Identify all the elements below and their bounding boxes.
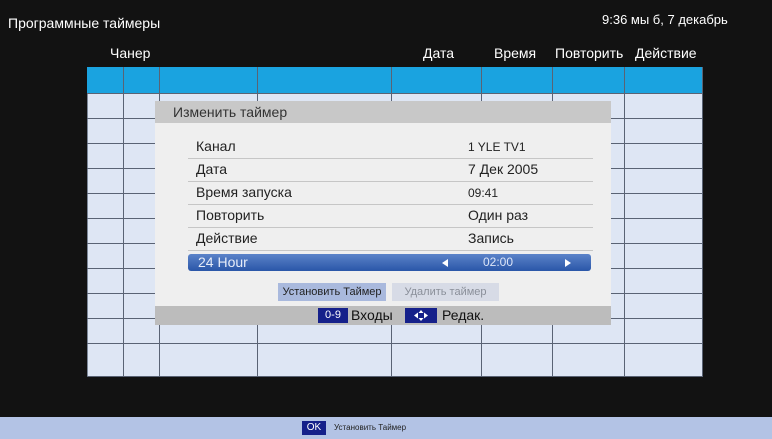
column-header-action: Действие [635, 45, 697, 61]
column-header-date: Дата [423, 45, 455, 61]
ok-key-badge[interactable]: OK [302, 421, 326, 435]
field-date-value: 7 Дек 2005 [468, 161, 539, 177]
field-start-time-value: 09:41 [468, 186, 499, 200]
ok-hint-text: Установить Таймер [334, 423, 407, 432]
field-start-time[interactable]: Время запуска 09:41 [188, 181, 593, 205]
navigation-arrows-icon [405, 308, 437, 323]
field-action-label: Действие [196, 230, 258, 246]
field-repeat-label: Повторить [196, 207, 265, 223]
page-title: Программные таймеры [8, 15, 161, 31]
field-date-label: Дата [196, 161, 228, 177]
arrow-left-icon[interactable] [442, 259, 448, 267]
column-header-repeat: Повторить [555, 45, 624, 61]
table-row [87, 376, 703, 377]
column-header-time: Время [494, 45, 537, 61]
field-action-value: Запись [468, 230, 514, 246]
grid-divider [624, 67, 625, 377]
edit-timer-dialog: Изменить таймер Канал 1 YLE TV1 Дата 7 Д… [155, 101, 611, 325]
dialog-title: Изменить таймер [173, 104, 288, 120]
field-24-hour-value: 02:00 [483, 255, 514, 269]
table-row [87, 93, 703, 94]
delete-timer-button[interactable]: Удалить таймер [392, 283, 499, 301]
field-action[interactable]: Действие Запись [188, 227, 593, 251]
field-channel[interactable]: Канал 1 YLE TV1 [188, 135, 593, 159]
dialog-title-bar: Изменить таймер [155, 101, 611, 123]
clock-display: 9:36 мы б, 7 декабрь [602, 12, 728, 27]
grid-divider [123, 67, 124, 377]
arrow-right-icon[interactable] [565, 259, 571, 267]
field-channel-label: Канал [196, 138, 236, 154]
field-repeat-value: Один раз [468, 207, 529, 223]
field-start-time-label: Время запуска [196, 184, 292, 200]
bottom-hint-bar: OK Установить Таймер [0, 417, 772, 439]
table-row [87, 343, 703, 344]
field-24-hour-label: 24 Hour [198, 254, 248, 270]
edit-hint: Редак. [442, 307, 485, 323]
inputs-hint: Входы [351, 307, 393, 323]
field-24-hour-selected[interactable]: 24 Hour 02:00 [188, 254, 591, 271]
dialog-footer: 0-9 Входы Редак. [155, 306, 611, 325]
grid-divider [702, 67, 703, 377]
field-channel-value: 1 YLE TV1 [468, 140, 526, 154]
field-repeat[interactable]: Повторить Один раз [188, 204, 593, 228]
field-date[interactable]: Дата 7 Дек 2005 [188, 158, 593, 182]
set-timer-button[interactable]: Установить Таймер [278, 283, 386, 301]
digits-key-badge: 0-9 [318, 308, 348, 323]
table-row-selected[interactable] [87, 67, 703, 93]
column-header-channel: Чанер [110, 45, 151, 61]
